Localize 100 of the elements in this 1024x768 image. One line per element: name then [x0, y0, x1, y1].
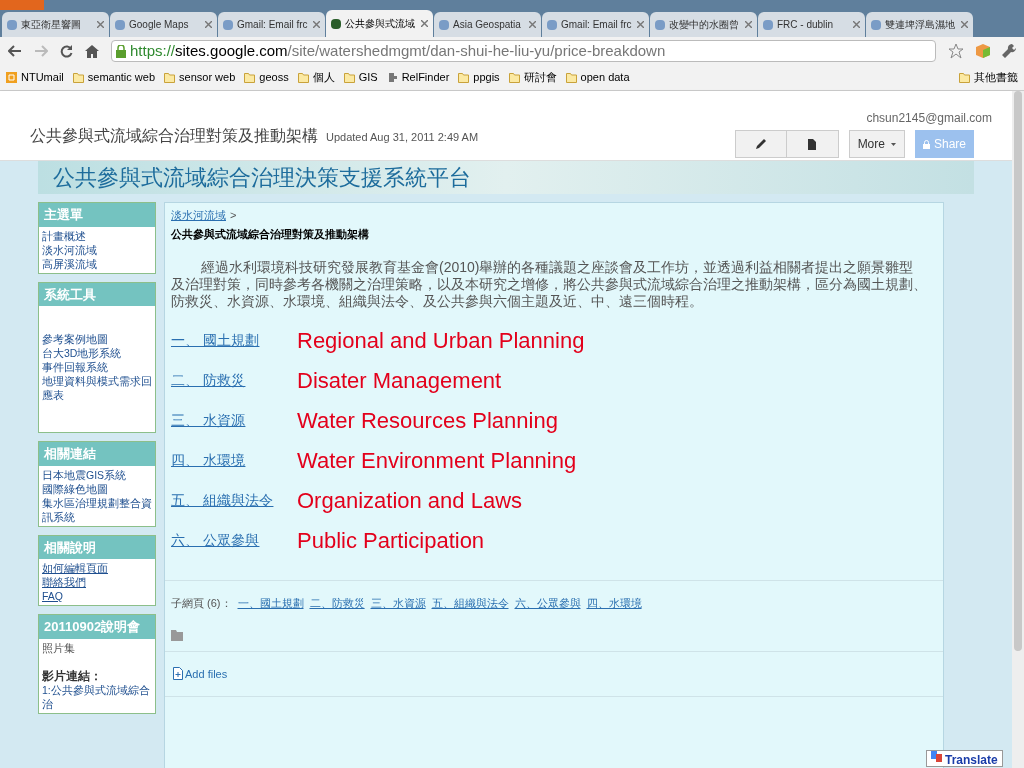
folder-icon [244, 72, 256, 83]
browser-tab[interactable]: 公共參與式流域 [326, 10, 433, 37]
close-icon[interactable] [745, 21, 752, 28]
sidebar-heading: 相關連結 [39, 442, 155, 466]
sidebar-link[interactable]: 高屏溪流域 [42, 256, 152, 271]
add-files-link[interactable]: Add files [185, 665, 228, 682]
bookmark-item[interactable]: open data [565, 69, 630, 86]
sidebar-heading: 20110902說明會 [39, 615, 155, 639]
folder-icon[interactable] [171, 629, 183, 641]
banner-title[interactable]: 公共參與式流域綜合治理決策支援系統平台 [53, 161, 471, 194]
intro-paragraph: 經過水利環境科技研究發展教育基金會(2010)舉辦的各種議題之座談會及工作坊，並透過利益相關者提出之願景雛型及治理對策，同時參考各機關之治理策略，以及本研究之增修，將公共參與式流域綜合治理之推動架構，區分為國土規劃、防救災、水資源、水環境、組織與法令、及公共參與六個主題及近、中、遠三個時程。 [171, 259, 928, 310]
translate-icon [931, 751, 942, 762]
close-icon[interactable] [853, 21, 860, 28]
close-icon[interactable] [205, 21, 212, 28]
favicon-icon [115, 19, 125, 30]
folder-icon [959, 72, 970, 83]
scrollbar[interactable] [1012, 91, 1024, 768]
topic-link[interactable]: 一、 國土規劃 [171, 329, 297, 351]
sidebar-link[interactable]: 地理資料與模式需求回應表 [42, 374, 152, 402]
other-bookmarks[interactable]: 其他書籤 [959, 69, 1018, 86]
account-menu[interactable]: chsun2145@gmail.com [866, 109, 992, 127]
topic-english: Public Participation [297, 526, 485, 555]
bookmark-item[interactable]: GIS [343, 69, 378, 86]
close-icon[interactable] [421, 20, 428, 27]
plugin-icon [386, 72, 398, 83]
folder-icon [72, 72, 84, 83]
topic-english: Water Resources Planning [297, 406, 558, 435]
wrench-icon[interactable] [1002, 44, 1016, 58]
browser-tab[interactable]: Gmail: Email frc [218, 12, 325, 37]
sidebar-link[interactable]: 日本地震GIS系統 [42, 467, 152, 482]
site-name[interactable]: 公共參與式流域綜合治理對策及推動架構 [30, 124, 318, 148]
browser-tab[interactable]: FRC - dublin [758, 12, 865, 37]
browser-tab[interactable]: 東亞衛星響圖 [2, 12, 109, 37]
sidebar-link[interactable]: 聯絡我們 [42, 575, 152, 589]
bookmark-item[interactable]: geoss [244, 69, 289, 86]
folder-icon [565, 72, 577, 83]
topic-link[interactable]: 六、 公眾參與 [171, 529, 297, 551]
topic-link[interactable]: 三、 水資源 [171, 409, 297, 431]
bookmark-item[interactable]: NTUmail [6, 69, 64, 86]
add-file-icon[interactable] [173, 667, 183, 681]
sidebar-link[interactable]: 計畫概述 [42, 228, 152, 243]
browser-tab[interactable]: 雙連埤浮島濕地 [866, 12, 973, 37]
bookmark-item[interactable]: 個人 [297, 69, 335, 86]
sidebar-link[interactable]: 淡水河流域 [42, 242, 152, 257]
bookmark-item[interactable]: 研討會 [508, 69, 557, 86]
topic-english: Regional and Urban Planning [297, 326, 585, 355]
bookmark-item[interactable]: ppgis [458, 69, 500, 86]
sidebar-link[interactable]: 事件回報系統 [42, 360, 152, 374]
folder-icon [458, 72, 470, 83]
favicon-icon [439, 19, 449, 30]
mail-icon [6, 72, 17, 83]
topic-link[interactable]: 四、 水環境 [171, 449, 297, 471]
topic-english: Water Environment Planning [297, 446, 577, 475]
subpages-label: 子網頁 (6)： [171, 596, 232, 611]
browser-tab[interactable]: 改變中的水圈曾 [650, 12, 757, 37]
back-icon[interactable] [8, 45, 22, 57]
subpage-link[interactable]: 三、水資源 [370, 595, 426, 612]
breadcrumb-separator: > [230, 208, 237, 223]
close-icon[interactable] [529, 21, 536, 28]
favicon-icon [655, 19, 665, 30]
subpage-link[interactable]: 六、公眾參與 [514, 595, 581, 612]
sidebar-link[interactable]: 集水區治理規劃整合資訊系統 [42, 495, 152, 524]
bookmark-item[interactable]: RelFinder [386, 69, 450, 86]
browser-tab[interactable]: Google Maps [110, 12, 217, 37]
subpage-link[interactable]: 五、組織與法令 [431, 595, 509, 612]
browser-tab[interactable]: Gmail: Email frc [542, 12, 649, 37]
close-icon[interactable] [97, 21, 104, 28]
cube-icon[interactable] [976, 44, 990, 58]
favicon-icon [7, 19, 17, 30]
favicon-icon [547, 19, 557, 30]
sidebar-link[interactable]: 如何編輯頁面 [42, 561, 152, 575]
lock-icon [116, 44, 126, 58]
subpage-link[interactable]: 二、防救災 [309, 595, 365, 612]
breadcrumb-link[interactable]: 淡水河流域 [171, 207, 226, 224]
sidebar-link[interactable]: 參考案例地圖 [42, 332, 152, 346]
sidebar-heading: 主選單 [39, 203, 155, 227]
home-icon[interactable] [85, 44, 99, 58]
star-icon[interactable] [948, 43, 964, 59]
topic-link[interactable]: 二、 防救災 [171, 369, 297, 391]
address-bar[interactable]: https://sites.google.com/site/watershedmgmt/dan-shui-he-liu-yu/price-breakdown [111, 40, 936, 62]
more-button[interactable]: More [848, 130, 905, 158]
close-icon[interactable] [637, 21, 644, 28]
new-page-button[interactable] [786, 130, 839, 158]
page-icon [808, 138, 817, 150]
subpage-link[interactable]: 一、國土規劃 [237, 595, 304, 612]
sidebar-link[interactable]: FAQ [42, 589, 152, 603]
close-icon[interactable] [961, 21, 968, 28]
topic-link[interactable]: 五、 組織與法令 [171, 489, 297, 511]
folder-icon [297, 72, 309, 83]
close-icon[interactable] [313, 21, 320, 28]
sidebar-link[interactable]: 台大3D地形系統 [42, 346, 152, 360]
browser-tab[interactable]: Asia Geospatia [434, 12, 541, 37]
translate-button[interactable]: Translate [926, 750, 1003, 767]
subpage-link[interactable]: 四、水環境 [586, 595, 642, 612]
reload-icon[interactable] [60, 44, 73, 58]
bookmark-item[interactable]: sensor web [164, 69, 236, 86]
bookmark-item[interactable]: semantic web [72, 69, 156, 86]
sidebar-link[interactable]: 國際綠色地圖 [42, 481, 152, 496]
forward-icon[interactable] [34, 45, 48, 57]
folder-icon [164, 72, 176, 83]
